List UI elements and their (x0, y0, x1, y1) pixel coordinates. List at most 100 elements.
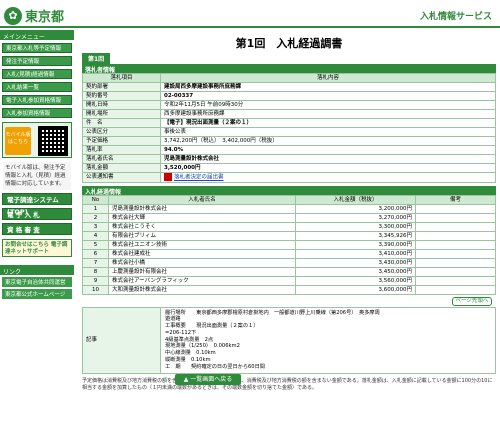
bid-amount: 3,270,000円 (295, 212, 416, 223)
mobile-note: モバイル版は、発注予定情報と入札（見積）経過情報に対応しています。 (3, 162, 71, 190)
info-label: 開札日時 (82, 100, 161, 110)
e-procurement-top-button[interactable]: 電子調達システム(TOP) (2, 193, 72, 216)
support-contact-banner[interactable]: お問合せはこちら 電子調達ネットサポート (2, 239, 72, 257)
bid-amount: 3,600,000円 (295, 284, 416, 295)
link-tokyo-official[interactable]: 東京都公式ホームページ (2, 289, 72, 299)
pdf-icon (164, 173, 172, 181)
column-header: No (82, 194, 109, 205)
info-label: 落札金額 (82, 163, 161, 173)
page-top-button[interactable]: ページ先頭へ (452, 296, 492, 306)
bidder-name: 上慶測量設計有限会社 (108, 266, 296, 277)
info-value: 児島測量設計株式会社 (160, 154, 496, 164)
mobile-button[interactable]: モバイル版 はこちら (5, 127, 31, 155)
bid-amount: 3,450,000円 (295, 266, 416, 277)
bid-no: 3 (82, 221, 109, 232)
table-row: 6 株式会社建成社 3,410,000円 (82, 248, 496, 259)
mobile-sub: はこちら (7, 139, 28, 145)
bidder-name: 大和測量設計株式会社 (108, 284, 296, 295)
tokyo-logo[interactable]: ✿ 東京都 (4, 6, 64, 25)
sidebar-item-schedule[interactable]: 東京都入札等予定情報 (2, 43, 72, 53)
menu-title: メインメニュー (0, 30, 74, 41)
table-row: 開札日時 令和2年11月5日 午前09時30分 (82, 100, 496, 110)
info-value: 3,742,200円（税込） 3,402,000円（税抜） (160, 136, 496, 146)
table-row: 件 名【電子】現況出面測量（２案の１） (82, 118, 496, 128)
bid-note (415, 248, 496, 259)
bid-no: 7 (82, 257, 109, 268)
info-label: 落札率 (82, 145, 161, 155)
table-row: 2 株式会社大輝 3,270,000円 (82, 212, 496, 223)
table-row: 開札場所 西多摩建設事務所庶務課 (82, 109, 496, 119)
sidebar-item-qualification[interactable]: 入札参加資格情報 (2, 108, 72, 118)
bid-note (415, 230, 496, 241)
table-row: 落札率 94.0% (82, 145, 496, 155)
sidebar: メインメニュー 東京都入札等予定情報 発注予定情報 入札(見積)経過情報 入札結… (0, 30, 74, 422)
bidder-name: 児島測量設計株式会社 (108, 203, 296, 214)
notice-link[interactable]: 落札者決定の届出書 (174, 175, 224, 181)
sidebar-item-order-plan[interactable]: 発注予定情報 (2, 56, 72, 66)
bid-no: 9 (82, 275, 109, 286)
info-value: 【電子】現況出面測量（２案の１） (160, 118, 496, 128)
bidder-name: 有限会社ブリィム (108, 230, 296, 241)
bid-no: 8 (82, 266, 109, 277)
back-to-list-button[interactable]: ▲ 一覧画面へ戻る (175, 374, 241, 385)
column-header: 入札者氏名 (108, 194, 296, 205)
bid-note (415, 275, 496, 286)
remarks-line: 工事概要 現況出面測量（２案の１） (165, 323, 259, 330)
info-label: 契約番号 (82, 91, 161, 101)
info-label: 予定価格 (82, 136, 161, 146)
column-header: 落札内容 (160, 73, 496, 83)
sidebar-item-e-qualification[interactable]: 電子入札参加資格情報 (2, 95, 72, 105)
column-header: 入札金額（税抜） (295, 194, 416, 205)
table-row: 記事 履行場所 東京都西多摩郡檜原村倉掛地内 一般都道川野上川乗線（第206号）… (82, 306, 496, 374)
bid-no: 6 (82, 248, 109, 259)
service-name: 入札情報サービス (419, 12, 492, 22)
bid-amount: 3,345,926円 (295, 230, 416, 241)
sidebar-item-bid-progress[interactable]: 入札(見積)経過情報 (2, 69, 72, 79)
footnote: 予定価格は消費税及び地方消費税の額を含んだ金額であり、入札金額は、消費税及び地方… (82, 377, 493, 391)
remarks-line: 縦断測量 0.10km (165, 357, 211, 364)
table-row: 1 児島測量設計株式会社 3,200,000円 (82, 203, 496, 214)
bid-table: No 入札者氏名 入札金額（税抜） 備考 1 児島測量設計株式会社 3,200,00… (82, 194, 496, 295)
bid-note (415, 257, 496, 268)
main-content: 第1回 入札経過調書 第1回 落札者情報 落札項目 落札内容 契約部署 建設局西多… (82, 30, 496, 422)
info-value: 建設局西多摩建設事務所庶務課 (160, 82, 496, 92)
e-bidding-button[interactable]: 電 子 入 札 (2, 208, 72, 220)
table-row: 7 株式会社小橋 3,430,000円 (82, 257, 496, 268)
info-section-title: 落札者情報 (82, 64, 496, 74)
table-row: 予定価格 3,742,200円（税込） 3,402,000円（税抜） (82, 136, 496, 146)
bid-no: 2 (82, 212, 109, 223)
bidder-name: 株式会社小橋 (108, 257, 296, 268)
column-header: 備考 (415, 194, 496, 205)
links-title: リンク (0, 265, 74, 276)
table-row: 落札金額 3,520,000円 (82, 163, 496, 173)
tab-round-1[interactable]: 第1回 (82, 53, 111, 64)
bidder-name: 株式会社アーバングラフィック (108, 275, 296, 286)
bid-amount: 3,200,000円 (295, 203, 416, 214)
notice-cell: 落札者決定の届出書 (160, 172, 496, 183)
bidder-name: 株式会社大輝 (108, 212, 296, 223)
remarks-line: 中心線測量 0.10km (165, 350, 216, 357)
table-row: 契約番号 02-00337 (82, 91, 496, 101)
table-header-row: 落札項目 落札内容 (82, 73, 496, 83)
award-info-table: 落札項目 落札内容 契約部署 建設局西多摩建設事務所庶務課 契約番号 02-00337… (82, 73, 496, 183)
info-value: 令和2年11月5日 午前09時30分 (160, 100, 496, 110)
info-value: 02-00337 (160, 91, 496, 101)
notice-label: 公表通知書 (82, 172, 161, 183)
bidder-name: 株式会社ユニオン技術 (108, 239, 296, 250)
bid-amount: 3,390,000円 (295, 239, 416, 250)
bidder-name: 株式会社建成社 (108, 248, 296, 259)
table-row: 9 株式会社アーバングラフィック 3,560,000円 (82, 275, 496, 286)
remarks-line: =206-112下 (165, 329, 197, 336)
info-label: 件 名 (82, 118, 161, 128)
table-row: 3 株式会社こうそく 3,300,000円 (82, 221, 496, 232)
bid-no: 4 (82, 230, 109, 241)
qualification-review-button[interactable]: 資 格 審 査 (2, 223, 72, 235)
table-row: 公表通知書 落札者決定の届出書 (82, 172, 496, 183)
sidebar-item-bid-results[interactable]: 入札結果一覧 (2, 82, 72, 92)
table-row: 落札者氏名 児島測量設計株式会社 (82, 154, 496, 164)
link-e-government[interactable]: 東京電子自治体共同運営 (2, 277, 72, 287)
bid-note (415, 284, 496, 295)
info-label: 契約部署 (82, 82, 161, 92)
bid-amount: 3,300,000円 (295, 221, 416, 232)
bid-no: 5 (82, 239, 109, 250)
